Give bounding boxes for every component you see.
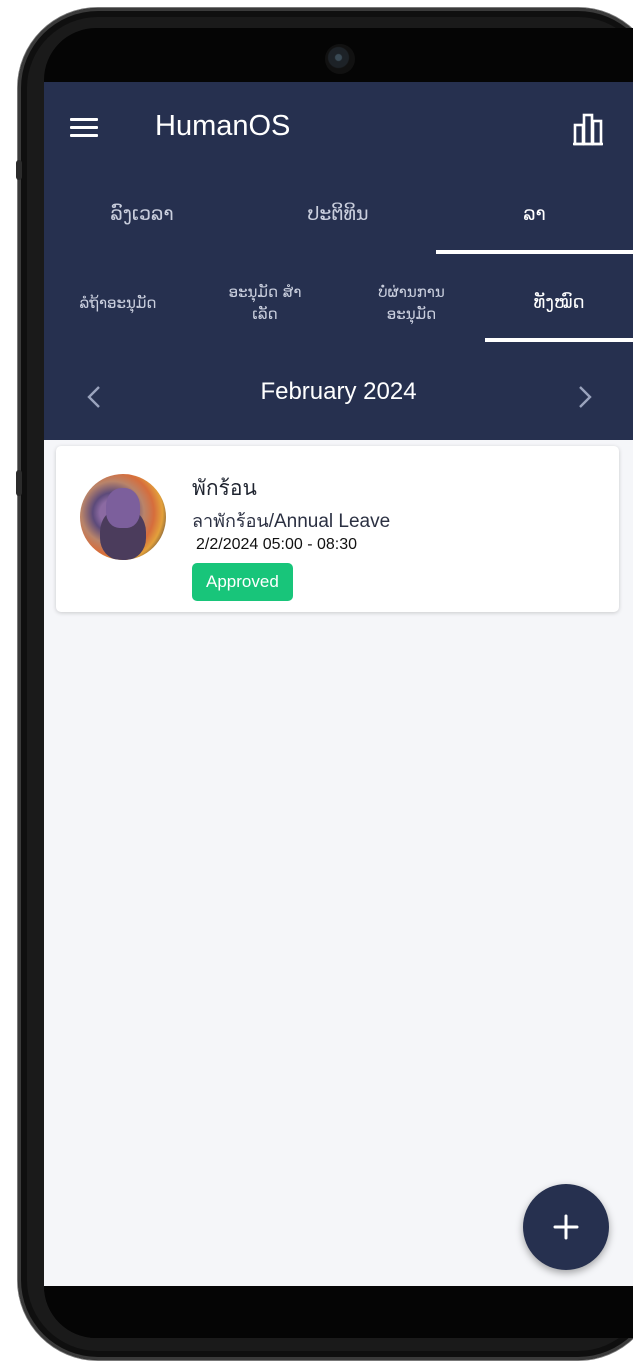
plus-icon	[553, 1214, 579, 1240]
app-title: HumanOS	[155, 110, 291, 142]
leave-type-local: ลาพักร้อน	[192, 511, 269, 532]
bar-chart-icon[interactable]	[570, 112, 606, 148]
app-screen: HumanOS ລົງເວລາ ປະຕິທິນ ລາ ລໍຖ້າອະນຸມັດ	[44, 82, 633, 1286]
status-tabs: ລໍຖ້າອະນຸມັດ ອະນຸມັດ ສໍາເລັດ ບໍ່ຜ່ານການ …	[44, 258, 633, 348]
top-app-bar: HumanOS	[44, 82, 633, 174]
status-badge: Approved	[192, 563, 293, 601]
tab-leave-indicator	[436, 250, 633, 254]
leave-title: พักร้อน	[192, 476, 257, 500]
leave-type-english: /Annual Leave	[268, 511, 391, 532]
phone-side-button	[16, 470, 22, 496]
tab-all-label: ທັງໝົດ	[533, 292, 585, 313]
phone-screen: HumanOS ລົງເວລາ ປະຕິທິນ ລາ ລໍຖ້າອະນຸມັດ	[44, 28, 633, 1338]
leave-time: 2/2/2024 05:00 - 08:30	[196, 536, 358, 553]
tab-pending-label: ລໍຖ້າອະນຸມັດ	[79, 294, 157, 312]
chevron-right-icon[interactable]	[571, 384, 597, 410]
avatar	[80, 474, 166, 560]
leave-type: ลาพักร้อน/Annual Leave	[192, 506, 390, 535]
month-navigator: February 2024	[44, 356, 633, 440]
app-header: HumanOS ລົງເວລາ ປະຕິທິນ ລາ ລໍຖ້າອະນຸມັດ	[44, 82, 633, 440]
tab-approved[interactable]: ອະນຸມັດ ສໍາເລັດ	[192, 258, 338, 348]
menu-icon[interactable]	[70, 118, 98, 138]
front-camera	[325, 44, 355, 74]
tab-rejected[interactable]: ບໍ່ຜ່ານການ ອະນຸມັດ	[338, 258, 485, 348]
tab-leave[interactable]: ລາ	[436, 174, 633, 254]
tab-clock-in[interactable]: ລົງເວລາ	[44, 174, 240, 254]
system-nav-bar	[44, 1286, 633, 1338]
tab-all[interactable]: ທັງໝົດ	[485, 258, 633, 348]
month-label: February 2024	[260, 378, 417, 405]
main-tabs: ລົງເວລາ ປະຕິທິນ ລາ	[44, 174, 633, 254]
tab-pending[interactable]: ລໍຖ້າອະນຸມັດ	[44, 258, 192, 348]
tab-calendar[interactable]: ປະຕິທິນ	[240, 174, 436, 254]
tab-rejected-label: ບໍ່ຜ່ານການ ອະນຸມັດ	[378, 283, 445, 323]
leave-request-card[interactable]: พักร้อน ลาพักร้อน/Annual Leave 2/2/2024 …	[56, 446, 619, 612]
phone-side-button	[16, 160, 22, 180]
tab-approved-label: ອະນຸມັດ ສໍາເລັດ	[228, 283, 302, 323]
add-leave-button[interactable]	[523, 1184, 609, 1270]
tab-all-indicator	[485, 338, 633, 342]
